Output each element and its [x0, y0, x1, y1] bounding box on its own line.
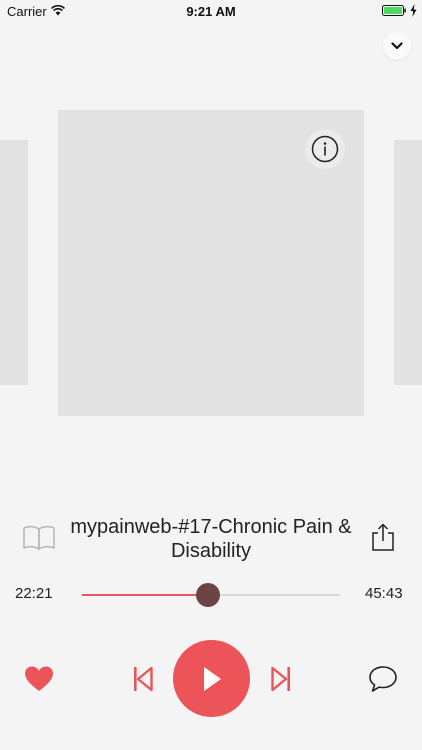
skip-next-icon[interactable] [271, 666, 291, 692]
status-bar: Carrier 9:21 AM [0, 0, 422, 22]
status-time: 9:21 AM [186, 4, 236, 19]
next-artwork-card[interactable] [394, 140, 422, 385]
book-icon[interactable] [22, 525, 56, 551]
previous-artwork-card[interactable] [0, 140, 28, 385]
collapse-player-button[interactable] [383, 32, 411, 60]
play-icon [203, 666, 221, 691]
share-icon[interactable] [370, 523, 396, 551]
info-button[interactable] [305, 129, 345, 169]
battery-icon [382, 5, 406, 16]
info-icon [311, 135, 339, 163]
skip-previous-icon[interactable] [133, 666, 153, 692]
progress-thumb[interactable] [196, 583, 221, 607]
chevron-down-icon [391, 42, 403, 50]
play-button[interactable] [173, 640, 250, 717]
heart-icon[interactable] [24, 665, 54, 693]
elapsed-time: 22:21 [15, 585, 53, 602]
progress-fill [82, 594, 209, 596]
comment-icon[interactable] [368, 665, 398, 693]
total-time: 45:43 [365, 585, 403, 602]
episode-title: mypainweb-#17-Chronic Pain & Disability [70, 516, 352, 562]
progress-slider[interactable] [82, 583, 340, 607]
charging-bolt-icon [410, 4, 417, 17]
